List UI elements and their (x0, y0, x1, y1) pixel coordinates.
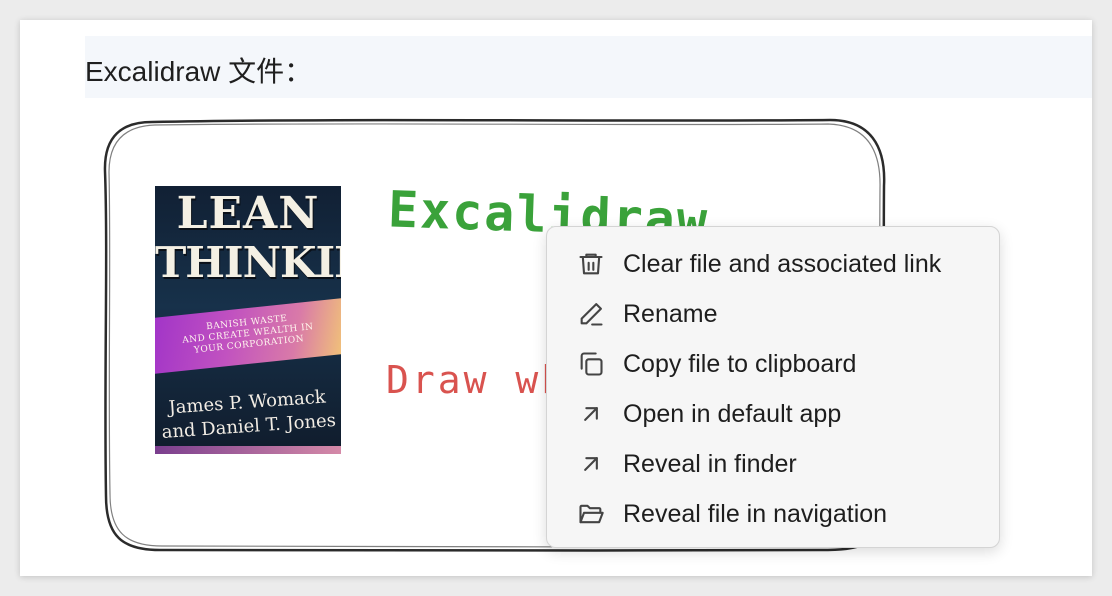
copy-icon (575, 348, 607, 380)
book-title-line1: LEAN (176, 188, 320, 239)
menu-item-open-default-app[interactable]: Open in default app (547, 389, 999, 439)
menu-item-reveal-navigation[interactable]: Reveal file in navigation (547, 489, 999, 539)
menu-item-label: Rename (623, 299, 718, 328)
page-heading: Excalidraw 文件： (85, 56, 313, 87)
book-title-line2: THINKING (155, 238, 341, 287)
menu-item-copy-file[interactable]: Copy file to clipboard (547, 339, 999, 389)
heading-block: Excalidraw 文件： (85, 36, 1092, 98)
menu-item-reveal-finder[interactable]: Reveal in finder (547, 439, 999, 489)
menu-item-label: Clear file and associated link (623, 249, 942, 278)
menu-item-clear-file[interactable]: Clear file and associated link (547, 239, 999, 289)
menu-item-label: Open in default app (623, 399, 842, 428)
menu-item-label: Reveal file in navigation (623, 499, 888, 528)
folder-open-icon (575, 498, 607, 530)
handwritten-subtitle: Draw wh (386, 358, 568, 402)
note-window: Excalidraw 文件： LEAN THINKING BANISH WAST… (20, 20, 1092, 576)
arrow-up-right-icon (575, 398, 607, 430)
book-cover-image: LEAN THINKING BANISH WASTE AND CREATE WE… (155, 186, 341, 454)
context-menu: Clear file and associated link Rename Co… (546, 226, 1000, 548)
trash-icon (575, 248, 607, 280)
book-authors: James P. Womack and Daniel T. Jones (155, 385, 341, 446)
menu-item-rename[interactable]: Rename (547, 289, 999, 339)
book-cover-stripe (155, 446, 341, 454)
pencil-icon (575, 298, 607, 330)
menu-item-label: Reveal in finder (623, 449, 797, 478)
menu-item-label: Copy file to clipboard (623, 349, 857, 378)
arrow-up-right-icon (575, 448, 607, 480)
